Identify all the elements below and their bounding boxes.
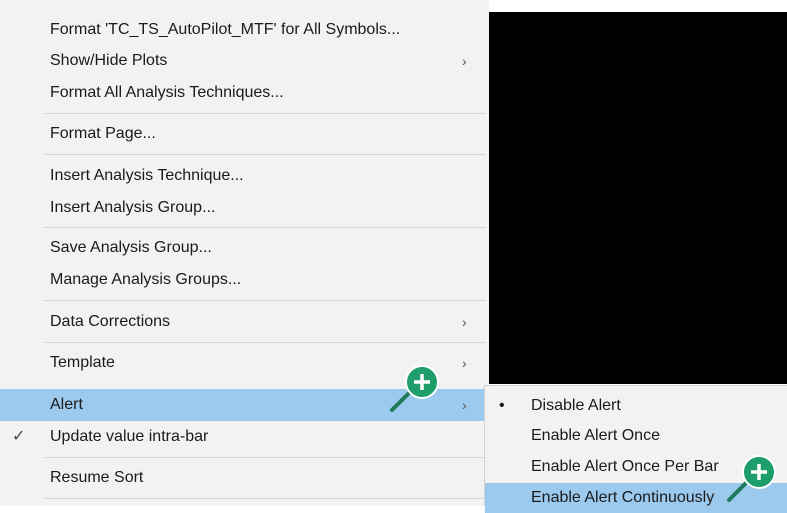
zoom-in-cursor-icon [390, 365, 439, 412]
menu-item-resume-sort[interactable]: Resume Sort [0, 462, 489, 494]
menu-item-label: Update value intra-bar [50, 428, 209, 445]
menu-item-format-page[interactable]: Format Page... [0, 118, 489, 150]
menu-item-label: Show/Hide Plots [50, 52, 168, 69]
context-menu: Format 'TC_TS_AutoPilot_MTF' for All Sym… [0, 0, 489, 506]
menu-item-label: Insert Analysis Technique... [50, 167, 244, 184]
chevron-right-icon: › [462, 397, 467, 413]
menu-item-label: Insert Analysis Group... [50, 199, 216, 216]
menu-item-label: Save Analysis Group... [50, 239, 212, 256]
menu-separator [44, 457, 486, 458]
menu-item-label: Data Corrections [50, 313, 171, 330]
submenu-item-disable-alert[interactable]: • Disable Alert [485, 391, 787, 421]
menu-item-label: Resume Sort [50, 469, 144, 486]
menu-separator [44, 300, 486, 301]
menu-item-label: Alert [50, 396, 83, 413]
menu-item-manage-analysis-groups[interactable]: Manage Analysis Groups... [0, 264, 489, 296]
menu-item-insert-analysis-technique[interactable]: Insert Analysis Technique... [0, 160, 489, 192]
menu-item-save-analysis-group[interactable]: Save Analysis Group... [0, 232, 489, 264]
bullet-icon: • [499, 397, 505, 414]
menu-item-label: Manage Analysis Groups... [50, 271, 242, 288]
menu-item-show-hide-plots[interactable]: Show/Hide Plots › [0, 45, 489, 77]
submenu-item-label: Disable Alert [531, 397, 621, 414]
menu-separator [44, 113, 486, 114]
menu-item-update-value-intra-bar[interactable]: ✓ Update value intra-bar [0, 421, 489, 453]
checkmark-icon: ✓ [12, 428, 26, 445]
chart-background [489, 12, 787, 384]
submenu-item-label: Enable Alert Continuously [531, 489, 715, 506]
menu-item-label: Format All Analysis Techniques... [50, 84, 284, 101]
menu-item-label: Template [50, 354, 115, 371]
menu-item-format-all-analysis[interactable]: Format All Analysis Techniques... [0, 77, 489, 109]
menu-item-label: Format 'TC_TS_AutoPilot_MTF' for All Sym… [50, 21, 401, 38]
menu-item-insert-analysis-group[interactable]: Insert Analysis Group... [0, 192, 489, 224]
zoom-in-cursor-icon [727, 455, 776, 502]
menu-item-format-symbols[interactable]: Format 'TC_TS_AutoPilot_MTF' for All Sym… [0, 14, 489, 46]
chevron-right-icon: › [462, 53, 467, 69]
chevron-right-icon: › [462, 355, 467, 371]
menu-separator [44, 227, 486, 228]
menu-item-label: Format Page... [50, 125, 156, 142]
submenu-item-label: Enable Alert Once [531, 427, 660, 444]
menu-item-data-corrections[interactable]: Data Corrections › [0, 306, 489, 338]
submenu-item-label: Enable Alert Once Per Bar [531, 458, 719, 475]
submenu-item-enable-alert-once[interactable]: Enable Alert Once [485, 421, 787, 451]
menu-separator [44, 154, 486, 155]
menu-separator [44, 498, 486, 499]
menu-separator [44, 342, 486, 343]
chevron-right-icon: › [462, 314, 467, 330]
